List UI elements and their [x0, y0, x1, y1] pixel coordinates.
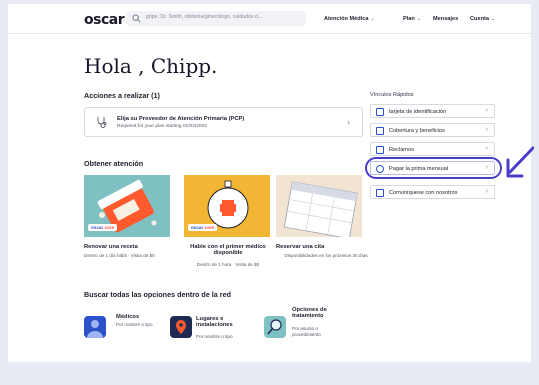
refill-card-image[interactable]: oscar care — [84, 175, 170, 237]
person-icon — [87, 320, 103, 338]
search-icon — [132, 14, 141, 23]
stethoscope-icon — [97, 117, 107, 128]
appointment-card-subtitle: Disponibilidades en los próximos 30 días — [284, 253, 368, 258]
nav-plan[interactable]: Plan ⌄ — [403, 16, 421, 22]
shield-icon — [376, 127, 384, 135]
quick-link-contact[interactable]: Comuníquese con nosotros › — [370, 185, 495, 199]
refill-card-title[interactable]: Renovar una receta — [84, 244, 138, 250]
care-heading: Obtener atención — [84, 159, 144, 168]
quick-link-id-card[interactable]: tarjeta de identificación › — [370, 104, 495, 118]
chevron-down-icon: ⌄ — [416, 16, 422, 22]
doctor-card-subtitle: Dentro de 1 hora · Visita de $0 — [196, 262, 260, 267]
nav-atencion-medica[interactable]: Atención Médica ⌄ — [324, 16, 375, 22]
top-nav: oscar gripe, Dr. Smith, obstetra/ginecól… — [8, 4, 531, 34]
id-card-icon — [376, 108, 384, 116]
chevron-down-icon: ⌄ — [490, 16, 496, 22]
highlight-ring — [365, 157, 502, 179]
footer-band — [8, 362, 531, 385]
map-pin-icon — [176, 320, 186, 334]
magnifier-icon — [267, 319, 282, 335]
search-input[interactable]: gripe, Dr. Smith, obstetra/ginecólogo, c… — [126, 11, 306, 26]
doctors-link[interactable]: Médicos — [116, 314, 139, 320]
refill-card-subtitle: Dentro de 1 día hábil · Visita de $0 — [84, 253, 155, 258]
appointment-card-image[interactable] — [276, 175, 362, 237]
pcp-card-subtitle: Required for your plan starting 01/02/20… — [117, 124, 207, 129]
places-subtitle: Por nombre o tipo — [196, 334, 233, 339]
chevron-right-icon: › — [485, 126, 488, 133]
oscar-logo[interactable]: oscar — [84, 12, 125, 28]
nav-mensajes[interactable]: Mensajes — [433, 16, 458, 22]
pcp-action-card[interactable]: Elija su Proveedor de Atención Primaria … — [84, 107, 363, 137]
quick-link-coverage[interactable]: Cobertura y beneficios › — [370, 123, 495, 137]
doctor-card-image[interactable]: oscar care — [184, 175, 270, 237]
places-icon[interactable] — [170, 316, 192, 338]
calendar-icon — [283, 181, 358, 237]
chat-icon — [376, 189, 384, 197]
oscar-care-badge: oscar care — [188, 224, 217, 231]
chevron-right-icon: › — [485, 107, 488, 114]
chevron-right-icon: › — [485, 188, 488, 195]
doctors-icon[interactable] — [84, 316, 106, 338]
places-link[interactable]: Lugares e instalaciones — [196, 316, 246, 328]
app-frame: oscar gripe, Dr. Smith, obstetra/ginecól… — [8, 4, 531, 362]
pointer-arrow-icon — [506, 146, 534, 178]
search-placeholder: gripe, Dr. Smith, obstetra/ginecólogo, c… — [146, 14, 263, 20]
quick-link-label: Reclamos — [389, 146, 414, 153]
chevron-right-icon: › — [347, 117, 350, 127]
treatment-link[interactable]: Opciones de tratamiento — [292, 307, 340, 319]
doctor-card-title[interactable]: Hable con el primer médico disponible — [178, 244, 278, 256]
quick-link-label: tarjeta de identificación — [389, 108, 447, 115]
pcp-card-title: Elija su Proveedor de Atención Primaria … — [117, 116, 245, 122]
nav-cuenta[interactable]: Cuenta ⌄ — [470, 16, 495, 22]
quick-link-label: Cobertura y beneficios — [389, 127, 445, 134]
document-icon — [376, 146, 384, 154]
actions-heading: Acciones a realizar (1) — [84, 91, 160, 100]
doctors-subtitle: Por nombre o tipo — [116, 322, 153, 327]
treatment-icon[interactable] — [264, 316, 286, 338]
quick-link-claims[interactable]: Reclamos › — [370, 142, 495, 156]
chevron-down-icon: ⌄ — [370, 16, 375, 22]
appointment-card-title[interactable]: Reservar una cita — [276, 244, 324, 250]
chevron-right-icon: › — [485, 145, 488, 152]
quick-links-heading: Vínculos Rápidos — [370, 92, 414, 98]
quick-link-label: Comuníquese con nosotros — [389, 189, 458, 196]
page-title: Hola , Chipp. — [84, 54, 218, 78]
network-heading: Buscar todas las opciones dentro de la r… — [84, 290, 231, 299]
oscar-care-badge: oscar care — [88, 224, 117, 231]
treatment-subtitle: Por asunto o procedimiento — [292, 326, 321, 337]
